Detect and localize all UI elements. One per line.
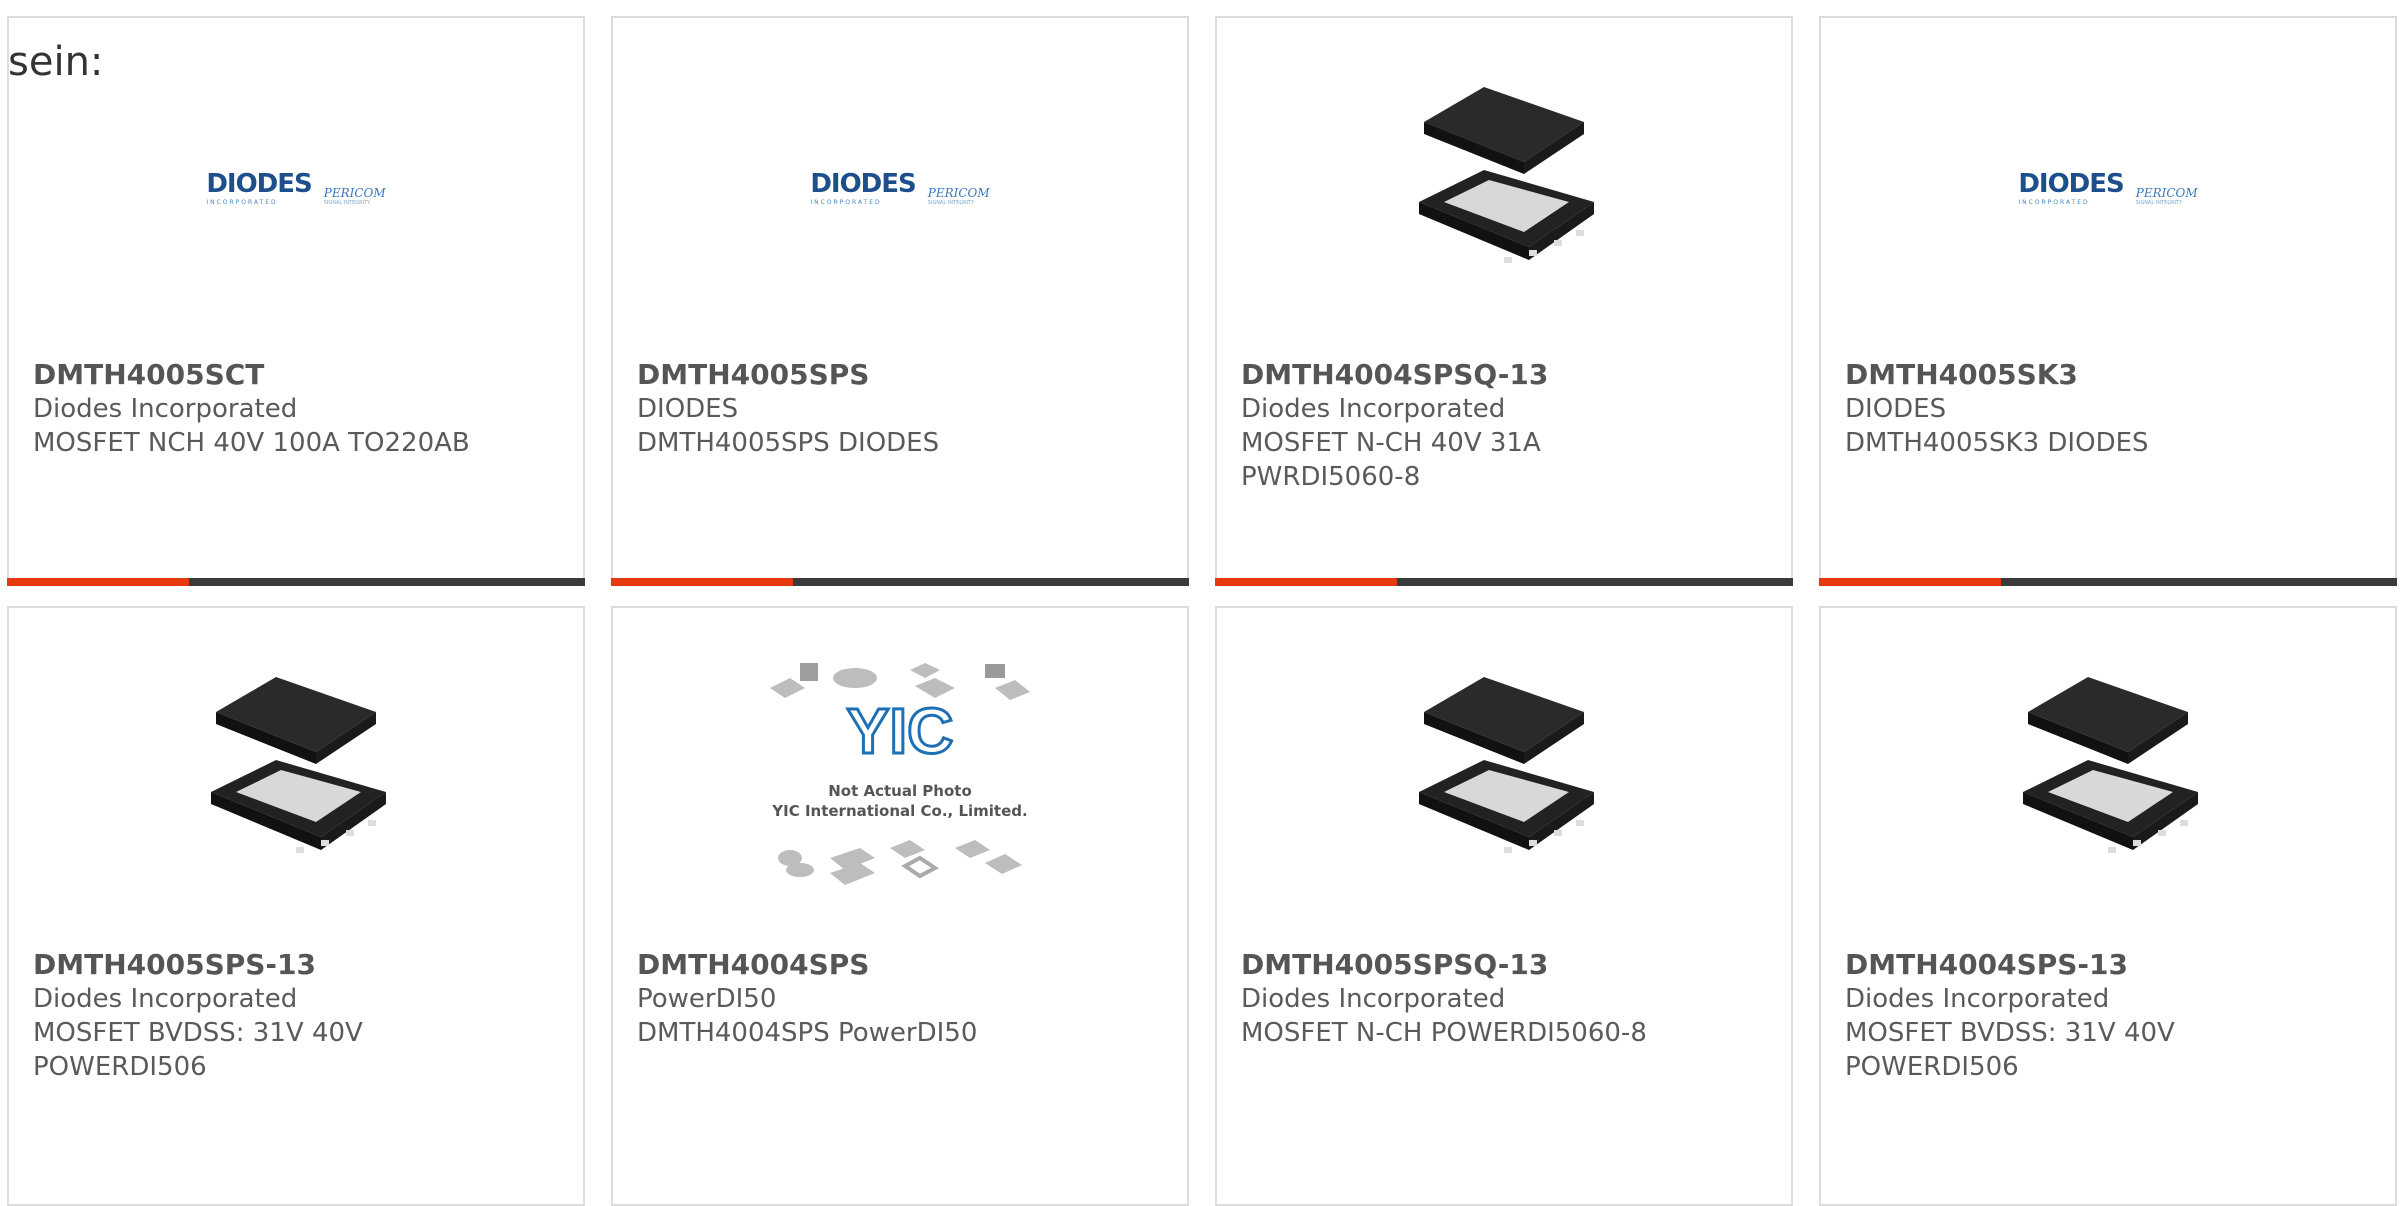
product-grid: DIODES INCORPORATED PERICOM SIGNAL INTEG… (0, 0, 2400, 1206)
description: DMTH4005SK3 DIODES (1845, 428, 2149, 458)
product-card[interactable]: DMTH4005SPS-13 Diodes Incorporated MOSFE… (7, 606, 585, 1206)
yic-line1: Not Actual Photo (828, 782, 972, 800)
yic-line2: YIC International Co., Limited. (771, 802, 1027, 820)
card-bottom-bar (1215, 578, 1793, 586)
diodes-logo-sub: INCORPORATED (206, 198, 278, 206)
manufacturer: Diodes Incorporated (1845, 984, 2110, 1014)
description: MOSFET BVDSS: 31V 40V POWERDI506 (33, 1018, 363, 1082)
product-image (1998, 672, 2218, 882)
product-card[interactable]: DIODES INCORPORATED PERICOM SIGNAL INTEG… (1819, 16, 2397, 586)
manufacturer-logo: DIODES INCORPORATED PERICOM SIGNAL INTEG… (790, 82, 1010, 292)
description: MOSFET N-CH POWERDI5060-8 (1241, 1018, 1647, 1048)
part-number[interactable]: DMTH4005SCT (33, 358, 559, 392)
product-image (1394, 672, 1614, 882)
pericom-logo-text: PERICOM (323, 185, 386, 200)
powerdi-package-icon (1419, 87, 1594, 263)
part-number[interactable]: DMTH4005SK3 (1845, 358, 2371, 392)
pericom-logo-sub: SIGNAL INTEGRITY (927, 199, 975, 206)
manufacturer-logo: DIODES INCORPORATED PERICOM SIGNAL INTEG… (186, 82, 406, 292)
part-number[interactable]: DMTH4004SPS-13 (1845, 948, 2371, 982)
diodes-logo-text: DIODES (206, 168, 312, 199)
powerdi-package-icon (2023, 677, 2198, 853)
product-image: YIC Not Actual Photo YIC International C… (760, 658, 1040, 898)
description: MOSFET NCH 40V 100A TO220AB (33, 428, 470, 458)
part-number[interactable]: DMTH4004SPSQ-13 (1241, 358, 1767, 392)
description: MOSFET N-CH 40V 31A PWRDI5060-8 (1241, 428, 1541, 492)
pericom-logo-text: PERICOM (927, 185, 990, 200)
powerdi-package-icon (1419, 677, 1594, 853)
part-number[interactable]: DMTH4005SPS-13 (33, 948, 559, 982)
diodes-logo-text: DIODES (810, 168, 916, 199)
powerdi-package-icon (211, 677, 386, 853)
product-image (1394, 82, 1614, 292)
yic-placeholder-icon: YIC Not Actual Photo YIC International C… (770, 663, 1030, 885)
product-card[interactable]: DMTH4005SPSQ-13 Diodes Incorporated MOSF… (1215, 606, 1793, 1206)
product-card[interactable]: DIODES INCORPORATED PERICOM SIGNAL INTEG… (7, 16, 585, 586)
part-number[interactable]: DMTH4004SPS (637, 948, 1163, 982)
pericom-logo-sub: SIGNAL INTEGRITY (323, 199, 371, 206)
manufacturer: DIODES (637, 394, 739, 424)
product-card[interactable]: YIC Not Actual Photo YIC International C… (611, 606, 1189, 1206)
product-card[interactable]: DMTH4004SPS-13 Diodes Incorporated MOSFE… (1819, 606, 2397, 1206)
manufacturer: Diodes Incorporated (1241, 394, 1506, 424)
manufacturer: DIODES (1845, 394, 1947, 424)
yic-mark: YIC (847, 695, 954, 767)
card-bottom-bar (7, 578, 585, 586)
part-number[interactable]: DMTH4005SPSQ-13 (1241, 948, 1767, 982)
description: MOSFET BVDSS: 31V 40V POWERDI506 (1845, 1018, 2175, 1082)
diodes-logo-sub: INCORPORATED (810, 198, 882, 206)
description: DMTH4004SPS PowerDI50 (637, 1018, 978, 1048)
manufacturer: Diodes Incorporated (1241, 984, 1506, 1014)
product-card[interactable]: DIODES INCORPORATED PERICOM SIGNAL INTEG… (611, 16, 1189, 586)
diodes-logo-sub: INCORPORATED (2018, 198, 2090, 206)
description: DMTH4005SPS DIODES (637, 428, 940, 458)
card-bottom-bar (611, 578, 1189, 586)
manufacturer: PowerDI50 (637, 984, 777, 1014)
manufacturer: Diodes Incorporated (33, 984, 298, 1014)
product-image (186, 672, 406, 882)
pericom-logo-sub: SIGNAL INTEGRITY (2135, 199, 2183, 206)
manufacturer: Diodes Incorporated (33, 394, 298, 424)
diodes-logo-text: DIODES (2018, 168, 2124, 199)
product-card[interactable]: DMTH4004SPSQ-13 Diodes Incorporated MOSF… (1215, 16, 1793, 586)
manufacturer-logo: DIODES INCORPORATED PERICOM SIGNAL INTEG… (1998, 82, 2218, 292)
pericom-logo-text: PERICOM (2135, 185, 2198, 200)
card-bottom-bar (1819, 578, 2397, 586)
intro-text: sein: (8, 39, 104, 85)
part-number[interactable]: DMTH4005SPS (637, 358, 1163, 392)
